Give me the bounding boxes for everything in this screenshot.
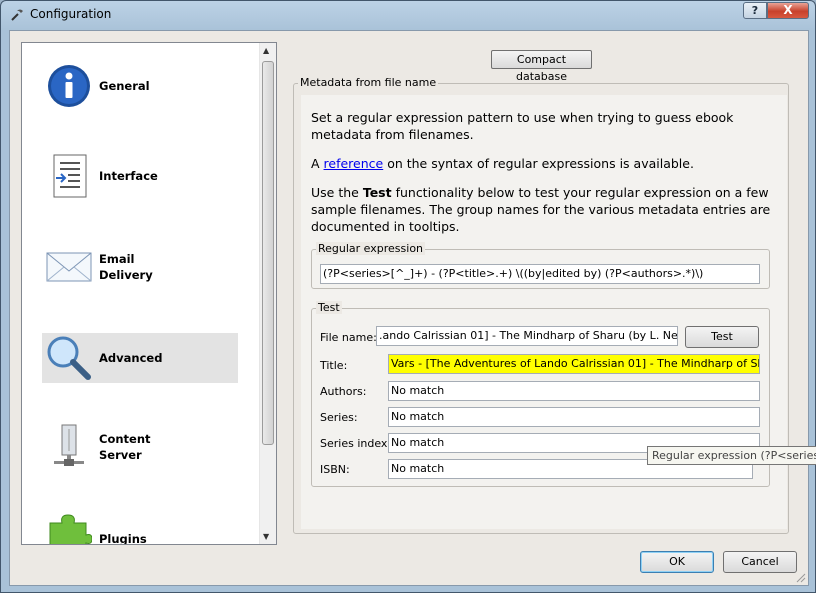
ok-button[interactable]: OK [640,551,714,573]
sidebar-item-label: Content [99,432,151,446]
help-button[interactable]: ? [743,2,767,19]
group-title: Test [316,301,342,314]
reference-link[interactable]: reference [324,156,384,171]
sidebar-item-label: Interface [99,169,158,183]
isbn-label: ISBN: [320,463,350,476]
series-label: Series: [320,411,358,424]
sidebar-scrollbar[interactable]: ▲ ▼ [259,43,276,544]
group-title: Metadata from file name [298,76,439,89]
title-result-field: Vars - [The Adventures of Lando Calrissi… [388,354,760,374]
authors-label: Authors: [320,385,367,398]
text: on the syntax of regular expressions is … [383,156,694,171]
test-instructions-paragraph: Use the Test functionality below to test… [311,184,771,235]
sidebar-item-label: General [99,79,150,93]
sidebar-item-plugins[interactable]: Plugins [42,507,238,544]
info-icon [48,65,90,107]
description-paragraph: Set a regular expression pattern to use … [311,110,734,142]
test-button[interactable]: Test [685,326,759,348]
sidebar-item-label: Advanced [99,351,163,365]
puzzle-icon [49,514,92,544]
sidebar-item-label: Email [99,252,135,266]
sidebar-item-label: Plugins [99,532,147,544]
scroll-up-arrow-icon[interactable]: ▲ [263,46,269,55]
dialog-body: General Interface Email Delivery Advance… [9,30,816,586]
window-title: Configuration [30,7,112,21]
title-label: Title: [320,359,348,372]
compact-database-button[interactable]: Compact database [491,50,592,83]
envelope-icon [46,252,92,282]
text: A [311,156,324,171]
server-icon [54,424,84,466]
series-index-label: Series index: [320,437,392,450]
sidebar-item-label-line2: Delivery [99,268,153,282]
regex-input[interactable]: (?P<series>[^_]+) - (?P<title>.+) \((by|… [320,264,760,284]
interface-icon [53,154,87,198]
close-button[interactable]: X [767,2,809,19]
scroll-down-arrow-icon[interactable]: ▼ [263,532,269,541]
title-bar[interactable]: Configuration ? X [1,1,815,29]
sidebar-item-email-delivery[interactable]: Email Delivery [42,241,238,291]
sidebar-item-interface[interactable]: Interface [42,151,238,201]
sidebar-item-advanced[interactable]: Advanced [42,333,238,383]
scrollbar-thumb[interactable] [262,61,274,445]
wrench-icon [11,9,23,21]
category-list[interactable]: General Interface Email Delivery Advance… [21,42,277,545]
sidebar-item-general[interactable]: General [42,61,238,111]
text: Use the [311,185,363,200]
series-result-field: No match [388,407,760,427]
bold-text: Test [362,185,392,200]
resize-grip-icon[interactable] [796,573,806,583]
group-title: Regular expression [316,242,426,255]
cancel-button[interactable]: Cancel [723,551,797,573]
sidebar-item-content-server[interactable]: Content Server [42,421,238,471]
configuration-window: Configuration ? X General Interface Emai… [0,0,816,593]
regex-tooltip: Regular expression (?P<series>) [647,446,816,465]
authors-result-field: No match [388,381,760,401]
magnifier-icon [47,336,91,380]
sidebar-item-label-line2: Server [99,448,142,462]
reference-paragraph: A reference on the syntax of regular exp… [311,155,771,172]
file-name-input[interactable]: .ando Calrissian 01] - The Mindharp of S… [376,326,678,346]
file-name-label: File name: [320,331,377,344]
